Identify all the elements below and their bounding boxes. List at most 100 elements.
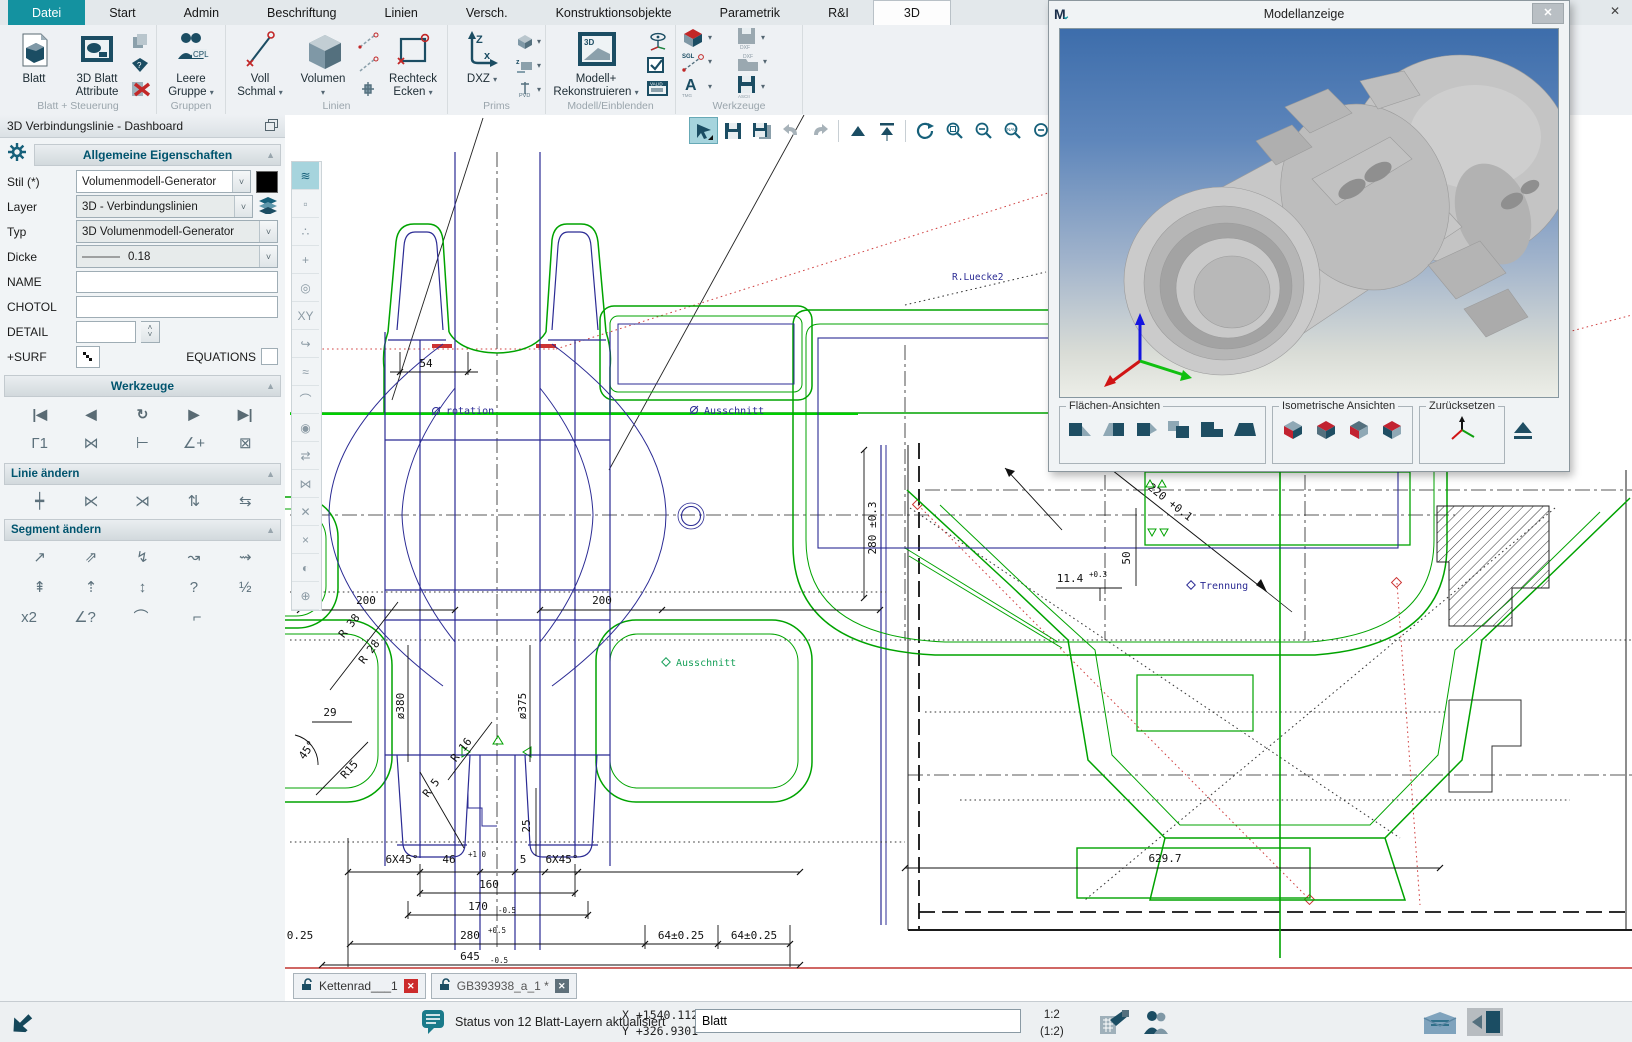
snap-tool[interactable]: XY [292, 302, 319, 330]
snap-tool[interactable]: + [292, 246, 319, 274]
mail-icon[interactable] [1422, 1010, 1458, 1041]
edit-tool[interactable]: ∠+ [179, 432, 209, 456]
modellanzeige-titlebar[interactable]: M⌄ Modellanzeige ✕ [1049, 1, 1569, 26]
segment-tool[interactable]: x2 [14, 606, 44, 630]
undo-button[interactable] [777, 118, 804, 143]
segment-tool[interactable]: ↗ [25, 546, 55, 570]
iso-view-1-button[interactable] [1279, 416, 1307, 442]
view-axis-icon[interactable] [645, 31, 671, 51]
close-sheet-icon[interactable]: ✕ [555, 979, 569, 993]
segment-tool[interactable]: ↝ [179, 546, 209, 570]
rechteck-ecken-button[interactable]: Rechteck Ecken ▾ [383, 27, 443, 99]
surf-button[interactable] [76, 346, 100, 368]
cursor-mode-icon[interactable] [12, 1010, 36, 1039]
snap-tool[interactable]: ↪ [292, 330, 319, 358]
segment-tool[interactable]: ⇡ [76, 576, 106, 600]
model-viewport[interactable] [1059, 28, 1559, 398]
line-segment2-icon[interactable] [356, 55, 380, 75]
linie-tool[interactable]: ⇆ [230, 490, 260, 514]
raise-top-button[interactable] [873, 118, 900, 143]
name-input[interactable] [76, 271, 278, 293]
ascii-save-icon[interactable]: ASCII▾ [735, 76, 787, 96]
section-segment-aendern[interactable]: Segment ändern▲ [4, 519, 281, 541]
edit-tool[interactable]: ⊢ [127, 432, 157, 456]
snap-tool[interactable]: ⋈ [292, 470, 319, 498]
linie-tool[interactable]: ⇅ [179, 490, 209, 514]
dxz-button[interactable]: Zx DXZ ▾ [452, 27, 512, 86]
nav-tool[interactable]: |◀ [25, 402, 55, 426]
segment-tool[interactable]: ⌒ [126, 606, 156, 630]
iso-view-4-button[interactable] [1378, 416, 1406, 442]
blatt-attribute-button[interactable]: 3D Blatt Attribute [67, 27, 127, 99]
refresh-button[interactable] [911, 118, 938, 143]
copy-sheet-icon[interactable] [130, 31, 152, 51]
tab-versch[interactable]: Versch. [442, 0, 532, 25]
profile-icon[interactable] [356, 79, 380, 99]
tab-beschriftung[interactable]: Beschriftung [243, 0, 360, 25]
save-as-button[interactable] [748, 118, 775, 143]
section-allgemeine-eigenschaften[interactable]: Allgemeine Eigenschaften▲ [34, 144, 281, 166]
tab-parametrik[interactable]: Parametrik [696, 0, 804, 25]
layer-select[interactable]: 3D - Verbindungslinien˅ [76, 195, 253, 218]
segment-tool[interactable]: ↕ [127, 576, 157, 600]
undock-icon[interactable] [265, 119, 278, 134]
line-segment-icon[interactable] [356, 31, 380, 51]
voll-schmal-button[interactable]: Voll Schmal ▾ [230, 27, 290, 99]
linie-tool[interactable]: ⋊ [127, 490, 157, 514]
stil-select[interactable]: Volumenmodell-Generator˅ [76, 170, 251, 193]
collapse-panel-button[interactable] [1511, 419, 1535, 446]
nav-tool[interactable]: ◀ [76, 402, 106, 426]
dicke-select[interactable]: 0.18˅ [76, 245, 278, 268]
checkbox-icon[interactable] [645, 55, 671, 75]
snap-tool[interactable]: ▫ [292, 190, 319, 218]
sheet-tab-kettenrad[interactable]: Kettenrad___1 ✕ [293, 973, 426, 999]
segment-tool[interactable]: ⌐ [182, 606, 212, 630]
face-view-bottom-button[interactable] [1231, 416, 1259, 442]
edit-tool[interactable]: ⋈ [76, 432, 106, 456]
reset-view-button[interactable] [1440, 416, 1484, 442]
snap-tool[interactable]: × [292, 526, 319, 554]
linie-tool[interactable]: ┿ [25, 490, 55, 514]
segment-tool[interactable]: ↯ [127, 546, 157, 570]
face-view-top-button[interactable] [1198, 416, 1226, 442]
face-view-left-button[interactable] [1132, 416, 1160, 442]
zoom-window-button[interactable] [940, 118, 967, 143]
detail-input[interactable] [76, 321, 136, 343]
help-gem-icon[interactable]: ? [130, 55, 152, 75]
close-sheet-icon[interactable]: ✕ [404, 979, 418, 993]
zoom-nav-button[interactable]: NAV [998, 118, 1025, 143]
snap-tool[interactable]: ≋ [292, 162, 319, 190]
nav-tool[interactable]: ▶| [230, 402, 260, 426]
snap-tool[interactable]: ✕ [292, 498, 319, 526]
prim-cube-icon[interactable]: ▾ [515, 31, 541, 51]
volumen-button[interactable]: Volumen▾ [293, 27, 353, 99]
segment-tool[interactable]: ∠? [70, 606, 100, 630]
nav-tool[interactable]: ▶ [179, 402, 209, 426]
prim-pvd-icon[interactable]: PVD▾ [515, 79, 541, 99]
prim-zlayer-icon[interactable]: z▾ [515, 55, 541, 75]
close-window-button[interactable]: ✕ [1532, 3, 1564, 24]
face-view-back-button[interactable] [1099, 416, 1127, 442]
blatt-button[interactable]: Blatt [4, 27, 64, 86]
mode-field[interactable] [695, 1009, 1021, 1033]
sheet-grid-icon[interactable] [1098, 1008, 1130, 1041]
sheet-tab-gb393938[interactable]: GB393938_a_1 * ✕ [431, 973, 577, 999]
app-close-button[interactable]: ✕ [1606, 4, 1624, 18]
edit-tool[interactable]: ⊠ [230, 432, 260, 456]
users-icon[interactable] [1140, 1008, 1170, 1041]
text-tmg-icon[interactable]: ATMG▾ [680, 76, 732, 96]
edit-tool[interactable]: Γ1 [25, 432, 55, 456]
sgl-line-icon[interactable]: SGL▾ [680, 52, 732, 72]
snap-tool[interactable]: ≈ [292, 358, 319, 386]
segment-tool[interactable]: ⇞ [25, 576, 55, 600]
tab-start[interactable]: Start [85, 0, 159, 25]
equations-checkbox[interactable] [261, 348, 278, 365]
segment-tool[interactable]: ? [179, 576, 209, 600]
linie-tool[interactable]: ⋉ [76, 490, 106, 514]
redo-button[interactable] [806, 118, 833, 143]
valid-screen-icon[interactable]: VALID [645, 79, 671, 99]
face-view-front-button[interactable] [1066, 416, 1094, 442]
section-linie-aendern[interactable]: Linie ändern▲ [4, 463, 281, 485]
section-werkzeuge[interactable]: Werkzeuge▲ [4, 375, 281, 397]
gear-icon[interactable] [4, 142, 30, 167]
